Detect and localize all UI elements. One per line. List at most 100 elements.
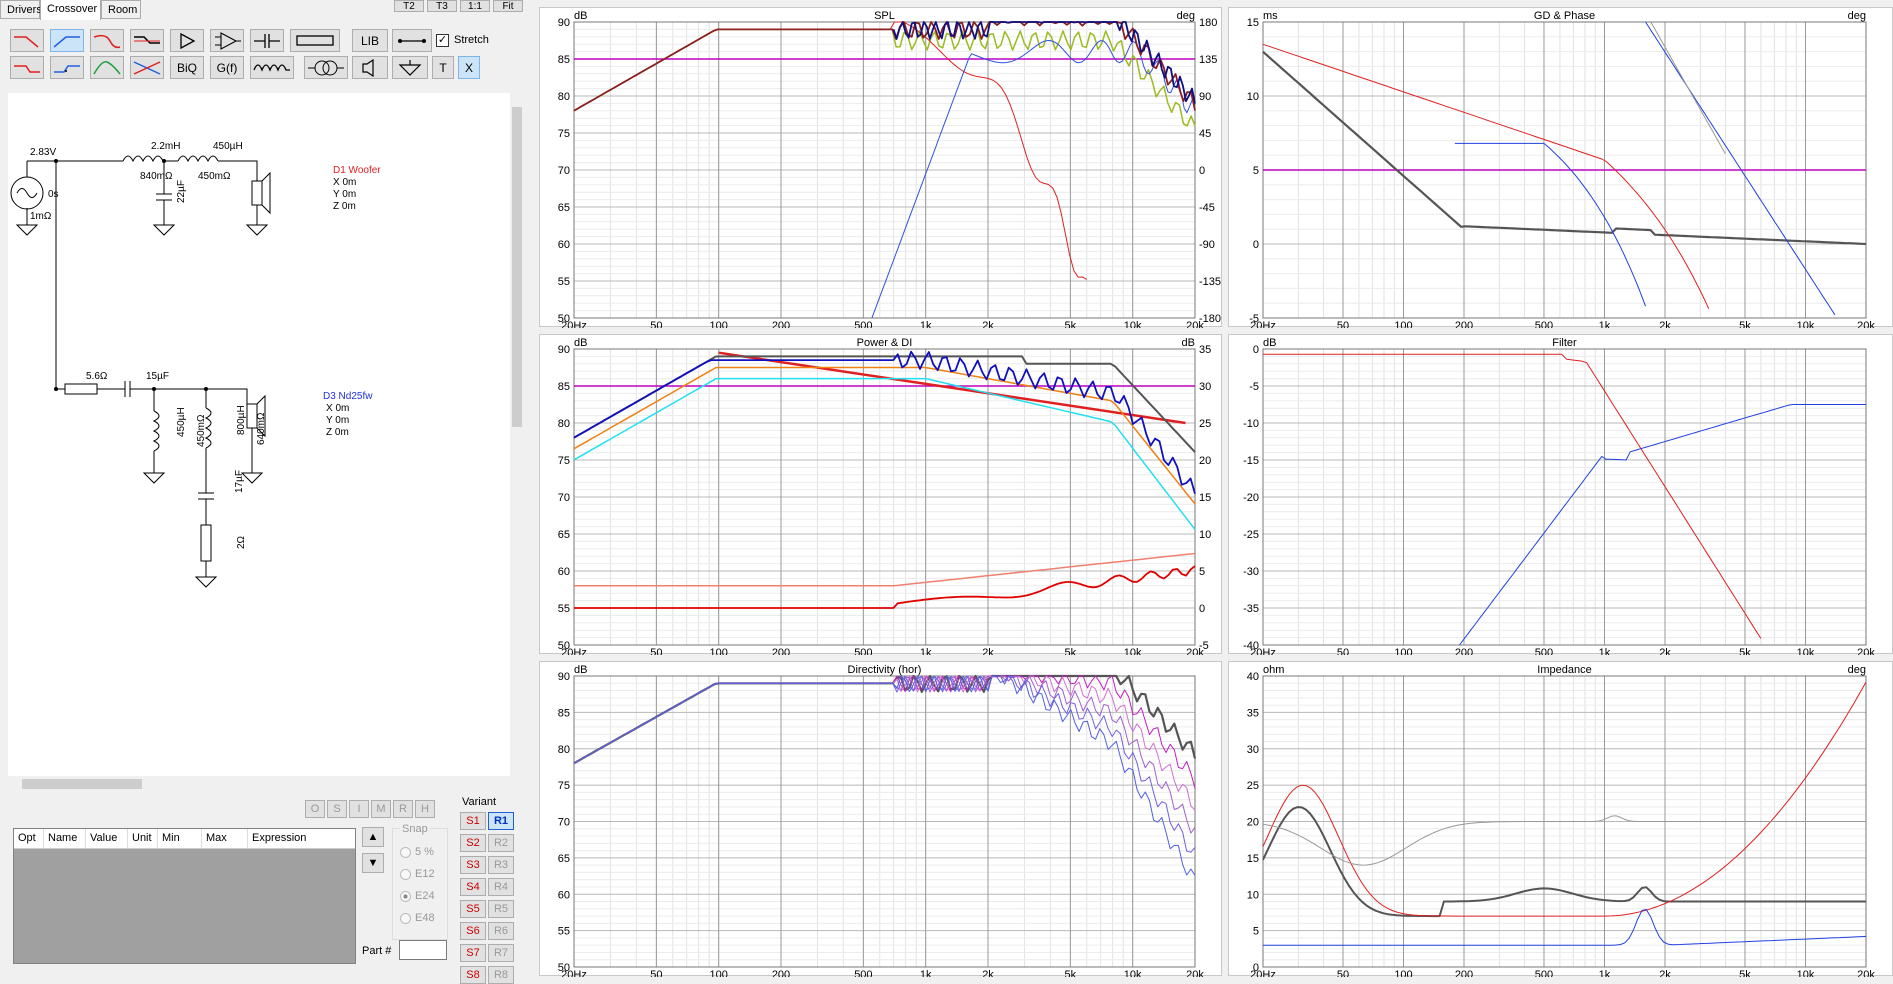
y2-tick-label: 90: [1199, 91, 1211, 103]
x-tick-label: 100: [1394, 647, 1412, 655]
y-tick-label: 20: [1247, 817, 1259, 829]
variant-r8-button[interactable]: R8: [488, 966, 514, 984]
variant-s2-button[interactable]: S2: [460, 834, 486, 852]
impedance-panel[interactable]: 40 35 30 25 20 15 10 5 0 20Hz 50 100 200 500 1k 2k 5k 10k…: [1228, 661, 1893, 977]
opamp-button[interactable]: [210, 29, 244, 52]
variant-s8-button[interactable]: S8: [460, 966, 486, 984]
move-down-button[interactable]: ▼: [362, 853, 384, 873]
power-di-panel[interactable]: 90 35 85 30 80 25 75 20 70 15 65 10 60 5 55 0 50 -5 20Hz 50…: [539, 334, 1222, 655]
chart-title: GD & Phase: [1534, 10, 1595, 22]
variant-s3-button[interactable]: S3: [460, 856, 486, 874]
optimizer-table[interactable]: Opt Name Value Unit Min Max Expression: [13, 828, 356, 964]
y-tick-label: 60: [558, 889, 570, 901]
resistor-button[interactable]: [290, 29, 340, 52]
zoom-1to1-button[interactable]: 1:1: [460, 0, 490, 12]
opt-m-button[interactable]: M: [371, 800, 391, 818]
y-tick-label: -25: [1243, 529, 1259, 541]
y-tick-label: 65: [558, 529, 570, 541]
y-tick-label: -35: [1243, 603, 1259, 615]
opt-r-button[interactable]: R: [393, 800, 413, 818]
snap-e24-radio[interactable]: E24: [400, 890, 435, 902]
filter-panel[interactable]: 0 -5 -10 -15 -20 -25 -30 -35 -40 20Hz 50 100 200 500 1…: [1228, 334, 1893, 655]
variant-r7-button[interactable]: R7: [488, 944, 514, 962]
buffer-button[interactable]: [170, 29, 204, 52]
shelf-button[interactable]: [130, 29, 164, 52]
part-number-input[interactable]: [399, 940, 447, 960]
highpass-1-button[interactable]: [50, 29, 84, 52]
schematic-canvas[interactable]: 2.83V 0s 1mΩ 2.2mH 840mΩ 450µH 450mΩ 22µ…: [8, 93, 513, 776]
d1-z: Z 0m: [333, 201, 356, 212]
tweeter-spl-curve: [871, 40, 1196, 319]
opt-o-button[interactable]: O: [305, 800, 325, 818]
snap-e12-radio[interactable]: E12: [400, 868, 435, 880]
variant-r1-button[interactable]: R1: [488, 812, 514, 830]
biquad-button[interactable]: BiQ: [170, 56, 204, 79]
y2-tick-label: 20: [1199, 455, 1211, 467]
stretch-checkbox[interactable]: ✓: [436, 34, 449, 47]
snap-5pct-radio[interactable]: 5 %: [400, 846, 434, 858]
y-tick-label: 90: [558, 344, 570, 356]
x-tick-label: 5k: [1739, 647, 1751, 655]
move-up-button[interactable]: ▲: [362, 827, 384, 847]
variant-s4-button[interactable]: S4: [460, 878, 486, 896]
lowpass-1-button[interactable]: [10, 29, 44, 52]
directivity-curve-2: [573, 675, 1196, 811]
y2-tick-label: 10: [1199, 529, 1211, 541]
variant-s6-button[interactable]: S6: [460, 922, 486, 940]
tab-drivers[interactable]: Drivers: [0, 0, 42, 19]
x-button[interactable]: X: [458, 56, 480, 79]
bandpass-button[interactable]: [90, 56, 124, 79]
y2-tick-label: -90: [1199, 239, 1215, 251]
highpass-3-button[interactable]: [50, 56, 84, 79]
opt-s-button[interactable]: S: [327, 800, 347, 818]
schematic-horizontal-scrollbar[interactable]: [8, 776, 510, 792]
scroll-thumb[interactable]: [22, 779, 142, 789]
opt-h-button[interactable]: H: [415, 800, 435, 818]
schematic-vertical-scrollbar[interactable]: [510, 93, 524, 776]
scroll-thumb[interactable]: [512, 107, 522, 427]
y-tick-label: 0: [1253, 344, 1259, 356]
variant-r5-button[interactable]: R5: [488, 900, 514, 918]
opamp-icon: [215, 32, 241, 50]
x-tick-label: 5k: [1739, 320, 1751, 328]
lowpass-2-button[interactable]: [90, 29, 124, 52]
allpass-button[interactable]: [130, 56, 164, 79]
text-button[interactable]: T: [432, 56, 454, 79]
x-tick-label: 20k: [1857, 647, 1875, 655]
ground-button[interactable]: [392, 56, 428, 79]
variant-s7-button[interactable]: S7: [460, 944, 486, 962]
group-delay-curve: [1262, 50, 1867, 246]
y-tick-label: 55: [558, 276, 570, 288]
tab-crossover[interactable]: Crossover: [40, 0, 101, 20]
speaker-button[interactable]: [352, 56, 388, 79]
y-tick-label: 10: [1247, 889, 1259, 901]
variant-s5-button[interactable]: S5: [460, 900, 486, 918]
gf-button[interactable]: G(f): [210, 56, 244, 79]
variant-r6-button[interactable]: R6: [488, 922, 514, 940]
directivity-panel[interactable]: 90 85 80 75 70 65 60 55 50 20Hz 50 100 200 500 1k 2k 5k 1…: [539, 661, 1222, 977]
fit-button[interactable]: Fit: [493, 0, 523, 12]
opt-i-button[interactable]: I: [349, 800, 369, 818]
capacitor-button[interactable]: [250, 29, 284, 52]
inductor-button[interactable]: [250, 56, 294, 79]
lowpass-3-button[interactable]: [10, 56, 44, 79]
variant-r3-button[interactable]: R3: [488, 856, 514, 874]
chart-title: Impedance: [1537, 664, 1591, 676]
y-axis-unit: dB: [1263, 337, 1276, 349]
wire-button[interactable]: [392, 29, 432, 52]
variant-s1-button[interactable]: S1: [460, 812, 486, 830]
tab-room[interactable]: Room: [101, 0, 141, 19]
transformer-button[interactable]: [304, 56, 348, 79]
y-tick-label: 55: [558, 603, 570, 615]
t3-button[interactable]: T3: [427, 0, 457, 12]
library-button[interactable]: LIB: [352, 29, 388, 52]
t2-button[interactable]: T2: [394, 0, 424, 12]
y-tick-label: 65: [558, 853, 570, 865]
gd-phase-panel[interactable]: 15 10 5 0 -5 20Hz 50 100 200 500 1k 2k 5k 10k 20k GD & …: [1228, 7, 1893, 328]
variant-r4-button[interactable]: R4: [488, 878, 514, 896]
variant-r2-button[interactable]: R2: [488, 834, 514, 852]
l1-resistance: 840mΩ: [140, 171, 173, 182]
d3-y: Y 0m: [326, 415, 349, 426]
spl-panel[interactable]: 90 180 85 135 80 90 75 45 70 0 65 -45 60 -90 55 -135 50-…: [539, 7, 1222, 328]
snap-e48-radio[interactable]: E48: [400, 912, 435, 924]
